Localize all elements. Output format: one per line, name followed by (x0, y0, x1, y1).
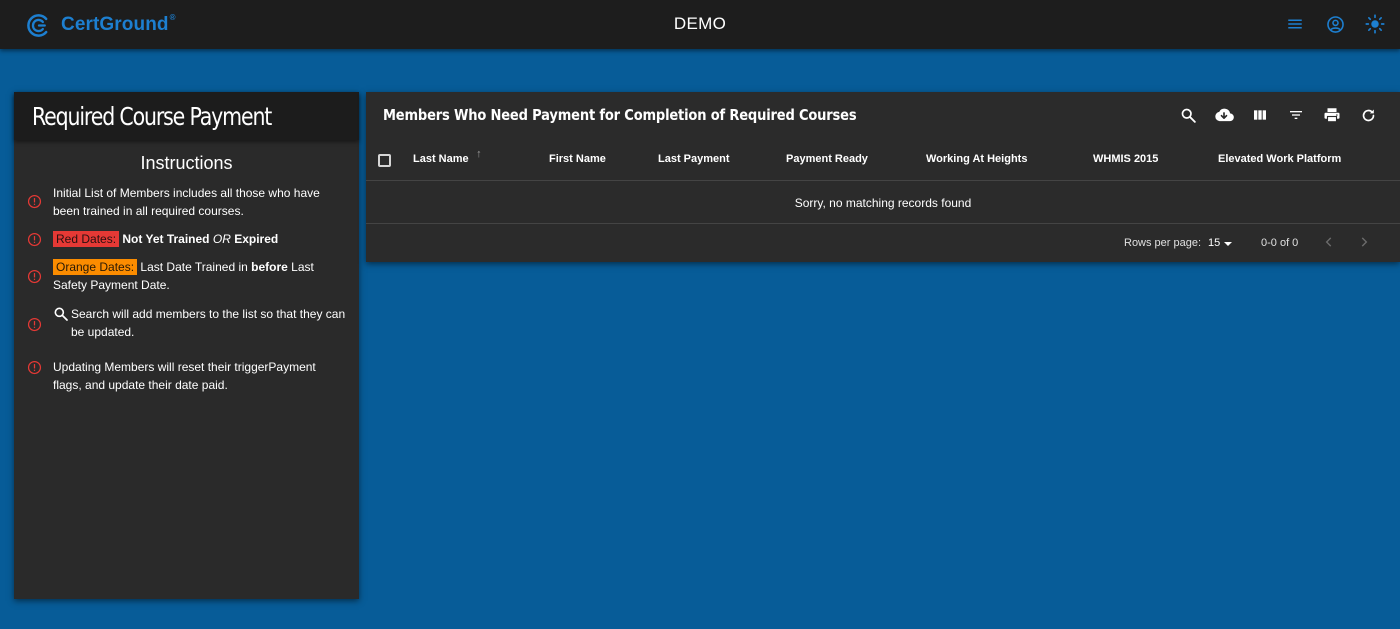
filter-icon[interactable] (1286, 105, 1306, 125)
registered-mark: ® (169, 13, 176, 22)
instruction-item: Red Dates: Not Yet Trained OR Expired (14, 230, 359, 248)
chevron-right-icon (1361, 237, 1368, 247)
or-text: OR (212, 232, 231, 246)
select-all-checkbox[interactable] (378, 154, 391, 167)
instruction-item: Initial List of Members includes all tho… (14, 184, 359, 220)
brand-logo-link[interactable]: CertGround® (26, 12, 176, 38)
column-header-payment-ready[interactable]: Payment Ready (786, 153, 868, 165)
table-pagination: Rows per page: 15 0-0 of 0 (366, 225, 1400, 262)
instruction-text: Initial List of Members includes all tho… (53, 186, 320, 218)
cloud-download-icon[interactable] (1214, 105, 1234, 125)
alert-circle-icon (27, 194, 42, 209)
next-page-button[interactable] (1356, 234, 1372, 250)
table-header-row: Last Name ↑ First Name Last Payment Payme… (366, 140, 1400, 181)
dropdown-caret-icon[interactable] (1224, 242, 1232, 246)
pagination-range: 0-0 of 0 (1261, 237, 1299, 249)
members-table-panel: Members Who Need Payment for Completion … (366, 92, 1400, 262)
alert-circle-icon (27, 317, 42, 332)
page-title: Required Course Payment (32, 101, 272, 131)
column-header-last-name[interactable]: Last Name ↑ (413, 148, 482, 165)
print-icon[interactable] (1322, 105, 1342, 125)
column-header-whmis-2015[interactable]: WHMIS 2015 (1093, 153, 1158, 165)
panel-header: Required Course Payment (14, 92, 359, 140)
sort-arrow-icon: ↑ (476, 148, 482, 160)
account-circle-icon[interactable] (1324, 13, 1346, 35)
alert-circle-icon (27, 360, 42, 375)
instruction-item: Orange Dates: Last Date Trained in befor… (14, 258, 359, 294)
brightness-icon[interactable] (1364, 13, 1386, 35)
column-header-first-name[interactable]: First Name (549, 153, 606, 165)
column-header-working-at-heights[interactable]: Working At Heights (926, 153, 1027, 165)
app-header: CertGround® DEMO (0, 0, 1400, 49)
red-dates-tag: Red Dates: (53, 231, 120, 247)
instructions-heading: Instructions (140, 153, 233, 173)
alert-circle-icon (27, 232, 42, 247)
alert-circle-icon (27, 269, 42, 284)
instruction-text: Updating Members will reset their trigge… (53, 360, 316, 392)
instruction-text: Last Date Trained in (140, 260, 248, 274)
chevron-left-icon (1325, 237, 1332, 247)
instruction-item: Updating Members will reset their trigge… (14, 358, 359, 394)
table-toolbar (1178, 105, 1378, 125)
instructions-panel: Required Course Payment Instructions Ini… (14, 92, 359, 599)
rows-per-page-label: Rows per page: (1124, 237, 1202, 249)
before-text: before (251, 260, 288, 274)
not-yet-trained-text: Not Yet Trained (122, 232, 210, 246)
view-columns-icon[interactable] (1250, 105, 1270, 125)
refresh-icon[interactable] (1358, 105, 1378, 125)
search-icon[interactable] (1178, 105, 1198, 125)
table-title: Members Who Need Payment for Completion … (383, 106, 857, 124)
column-header-last-payment[interactable]: Last Payment (658, 153, 730, 165)
expired-text: Expired (234, 232, 279, 246)
instruction-item: Search will add members to the list so t… (14, 305, 359, 341)
certground-logo-icon (27, 13, 48, 37)
menu-icon[interactable] (1284, 13, 1306, 35)
rows-per-page-select[interactable]: 15 (1208, 237, 1220, 249)
column-header-elevated-work-platform[interactable]: Elevated Work Platform (1218, 153, 1341, 165)
app-title: DEMO (673, 14, 727, 33)
brand-name: CertGround® (61, 13, 176, 35)
orange-dates-tag: Orange Dates: (53, 259, 138, 275)
search-icon (54, 307, 68, 321)
instruction-text: Search will add members to the list so t… (71, 307, 346, 339)
previous-page-button[interactable] (1321, 234, 1337, 250)
empty-table-message: Sorry, no matching records found (366, 182, 1400, 224)
